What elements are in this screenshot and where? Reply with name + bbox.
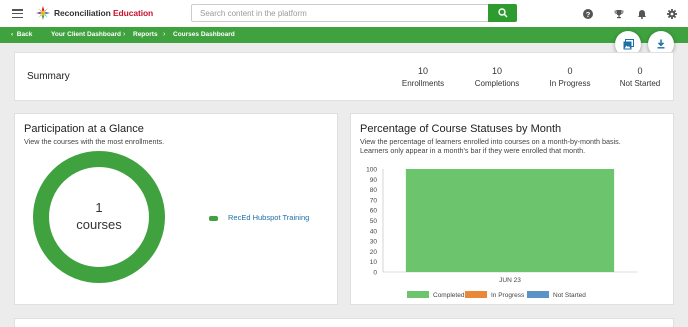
stat-value: 10 — [491, 66, 502, 76]
legend-swatch — [465, 291, 487, 298]
y-tick-label: 60 — [370, 208, 378, 215]
breadcrumb-client-dashboard[interactable]: Your Client Dashboard — [51, 27, 121, 43]
status-bar-chart: 1009080706050403020100JUN 23Completed In … — [366, 167, 637, 299]
stat-label: Completions — [474, 79, 520, 88]
status-chart-subtitle: View the percentage of learners enrolled… — [360, 137, 660, 155]
image-gallery-icon — [623, 38, 634, 49]
summary-card: Summary 10 Enrollments 10 Completions 0 … — [14, 52, 674, 101]
stat-value: 10 — [417, 66, 428, 76]
legend-swatch — [527, 291, 549, 298]
legend-label: Not Started — [553, 292, 586, 299]
participation-card: Participation at a Glance View the cours… — [14, 113, 338, 305]
y-tick-label: 50 — [370, 218, 378, 225]
donut-center-value: 1 — [95, 200, 103, 215]
donut-center-unit: courses — [76, 217, 122, 232]
y-tick-label: 10 — [370, 259, 378, 266]
stat-completions: 10 Completions — [462, 66, 532, 88]
search-input[interactable] — [191, 4, 488, 22]
logo-mark-icon — [36, 6, 50, 20]
breadcrumb: ‹ Back Your Client Dashboard › Reports ›… — [0, 27, 688, 43]
back-button[interactable]: ‹ Back — [11, 27, 32, 43]
stat-not-started: 0 Not Started — [605, 66, 675, 88]
svg-text:?: ? — [585, 9, 590, 18]
subtitle-line: View the percentage of learners enrolled… — [360, 137, 621, 146]
stat-in-progress: 0 In Progress — [535, 66, 605, 88]
search-icon — [497, 8, 508, 18]
y-tick-label: 40 — [370, 228, 378, 235]
stat-label: Enrollments — [401, 79, 445, 88]
y-tick-label: 90 — [370, 177, 378, 184]
legend-swatch — [209, 216, 218, 221]
brand-logo[interactable]: Reconciliation Education — [36, 6, 153, 20]
bell-icon[interactable] — [636, 8, 647, 19]
top-bar: Reconciliation Education ? — [0, 0, 688, 27]
next-card — [14, 318, 674, 327]
y-tick-label: 80 — [370, 187, 378, 194]
stat-enrollments: 10 Enrollments — [388, 66, 458, 88]
stat-value: 0 — [637, 66, 643, 76]
stat-label: In Progress — [549, 79, 591, 88]
legend-label: Completed — [433, 292, 465, 299]
status-chart-title: Percentage of Course Statuses by Month — [360, 123, 562, 135]
brand-name: Reconciliation Education — [54, 8, 154, 18]
stat-label: Not Started — [619, 79, 661, 88]
menu-icon[interactable] — [12, 9, 23, 19]
stat-value: 0 — [567, 66, 573, 76]
y-tick-label: 100 — [366, 167, 377, 174]
breadcrumb-reports[interactable]: Reports — [133, 27, 158, 43]
participation-subtitle: View the courses with the most enrollmen… — [24, 137, 165, 146]
x-tick-label: JUN 23 — [499, 277, 521, 284]
bar-completed — [405, 169, 615, 272]
trophy-icon[interactable] — [613, 8, 624, 19]
y-tick-label: 30 — [370, 239, 378, 246]
breadcrumb-separator: › — [163, 31, 166, 38]
y-tick-label: 0 — [373, 270, 377, 277]
breadcrumb-separator: › — [123, 31, 126, 38]
summary-title: Summary — [27, 71, 70, 82]
download-icon — [657, 39, 665, 49]
search-button[interactable] — [488, 4, 517, 22]
participation-title: Participation at a Glance — [24, 123, 144, 135]
breadcrumb-courses-dashboard: Courses Dashboard — [173, 31, 235, 38]
course-status-card: Percentage of Course Statuses by Month V… — [350, 113, 674, 305]
gear-icon[interactable] — [666, 8, 677, 19]
legend-label: In Progress — [491, 292, 525, 299]
legend-swatch — [407, 291, 429, 298]
course-link-reced-hubspot[interactable]: RecEd Hubspot Training — [228, 213, 309, 222]
help-icon[interactable]: ? — [582, 8, 593, 19]
y-tick-label: 70 — [370, 197, 378, 204]
y-tick-label: 20 — [370, 249, 378, 256]
